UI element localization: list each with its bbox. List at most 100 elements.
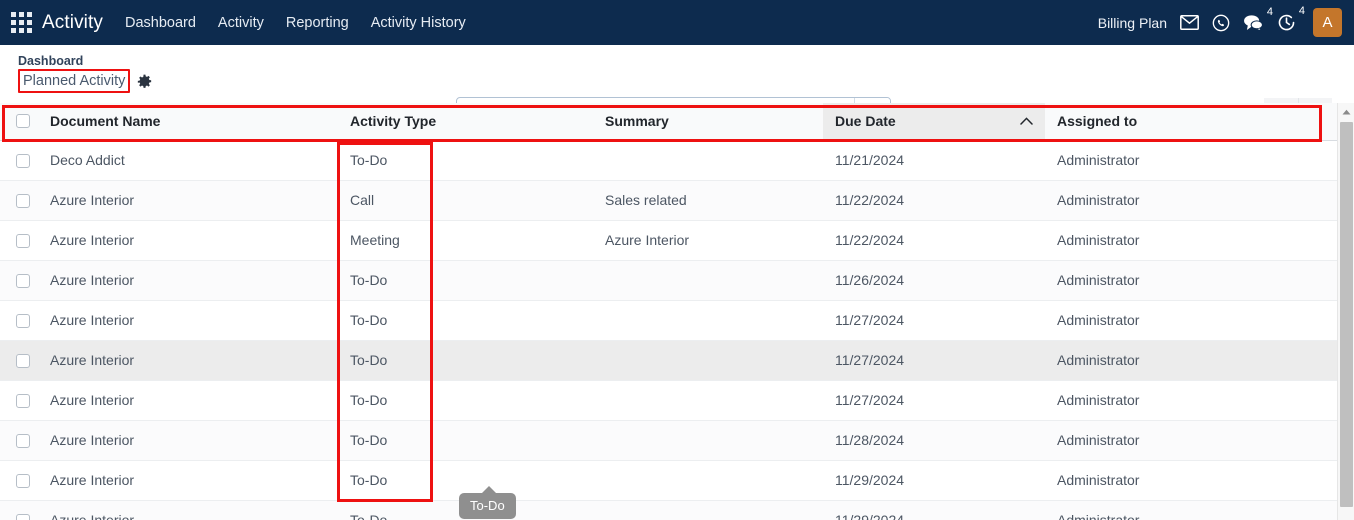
cell-activity-type: To-Do — [338, 300, 593, 341]
cell-document-name: Azure Interior — [38, 380, 338, 421]
table-header-row: Document Name Activity Type Summary Due … — [0, 103, 1337, 141]
clock-activity-icon[interactable]: 4 — [1277, 6, 1305, 32]
nav-link-reporting[interactable]: Reporting — [286, 15, 349, 31]
gear-icon[interactable] — [137, 74, 152, 89]
checkbox-unchecked-icon[interactable] — [16, 114, 30, 129]
checkbox-unchecked-icon[interactable] — [16, 154, 30, 169]
checkbox-unchecked-icon[interactable] — [16, 354, 30, 369]
table-row[interactable]: Azure Interior To-Do 11/27/2024 Administrat… — [0, 300, 1337, 341]
cell-due-date: 11/27/2024 — [823, 340, 1045, 381]
activity-table: Document Name Activity Type Summary Due … — [0, 103, 1337, 520]
nav-link-activity[interactable]: Activity — [218, 15, 264, 31]
column-header-assigned-to[interactable]: Assigned to — [1045, 103, 1337, 141]
table-row[interactable]: Azure Interior To-Do 11/28/2024 Administrat… — [0, 420, 1337, 461]
cell-activity-type: To-Do — [338, 420, 593, 461]
scrollbar-thumb[interactable] — [1340, 122, 1353, 507]
cell-due-date: 11/28/2024 — [823, 420, 1045, 461]
column-header-activity-type[interactable]: Activity Type — [338, 103, 593, 141]
chat-bubbles-icon[interactable]: 4 — [1243, 7, 1273, 31]
cell-document-name: Azure Interior — [38, 500, 338, 520]
column-label: Document Name — [50, 113, 161, 130]
cell-document-name: Azure Interior — [38, 260, 338, 301]
table-row[interactable]: Deco Addict To-Do 11/21/2024 Administrator — [0, 140, 1337, 181]
table-body: Deco Addict To-Do 11/21/2024 Administrator A… — [0, 140, 1337, 520]
table-row[interactable]: Azure Interior To-Do 11/27/2024 Administrat… — [0, 340, 1337, 381]
breadcrumb-current-planned-activity[interactable]: Planned Activity — [18, 69, 131, 93]
table-row[interactable]: Azure Interior To-Do 11/27/2024 Administrat… — [0, 380, 1337, 421]
cell-summary — [593, 420, 823, 461]
cell-due-date: 11/27/2024 — [823, 380, 1045, 421]
row-select-cell — [0, 140, 38, 181]
row-select-cell — [0, 260, 38, 301]
table-row[interactable]: Azure Interior Call Sales related 11/22/202… — [0, 180, 1337, 221]
checkbox-unchecked-icon[interactable] — [16, 434, 30, 449]
column-label: Summary — [605, 113, 669, 130]
table-row[interactable]: Azure Interior To-Do 11/29/2024 Administrat… — [0, 460, 1337, 501]
column-header-summary[interactable]: Summary — [593, 103, 823, 141]
cell-assigned-to: Administrator — [1045, 140, 1337, 181]
whatsapp-icon[interactable] — [1212, 14, 1230, 32]
select-all-header — [0, 103, 38, 141]
envelope-icon[interactable] — [1180, 15, 1199, 30]
avatar[interactable]: A — [1313, 8, 1342, 37]
top-navbar: Activity Dashboard Activity Reporting Ac… — [0, 0, 1354, 45]
column-label: Due Date — [835, 113, 896, 130]
checkbox-unchecked-icon[interactable] — [16, 234, 30, 249]
breadcrumb-current-row: Planned Activity — [18, 69, 260, 93]
cell-assigned-to: Administrator — [1045, 460, 1337, 501]
apps-grid-icon[interactable] — [8, 10, 34, 36]
primary-nav: Dashboard Activity Reporting Activity Hi… — [125, 15, 466, 31]
cell-summary — [593, 380, 823, 421]
checkbox-unchecked-icon[interactable] — [16, 314, 30, 329]
chat-badge-count: 4 — [1266, 6, 1273, 18]
row-select-cell — [0, 340, 38, 381]
checkbox-unchecked-icon[interactable] — [16, 394, 30, 409]
column-header-document-name[interactable]: Document Name — [38, 103, 338, 141]
cell-activity-type: To-Do — [338, 340, 593, 381]
cell-document-name: Azure Interior — [38, 220, 338, 261]
activity-list-region: Document Name Activity Type Summary Due … — [0, 103, 1354, 520]
nav-link-activity-history[interactable]: Activity History — [371, 15, 466, 31]
cell-assigned-to: Administrator — [1045, 420, 1337, 461]
cell-due-date: 11/22/2024 — [823, 180, 1045, 221]
checkbox-unchecked-icon[interactable] — [16, 274, 30, 289]
cell-document-name: Azure Interior — [38, 300, 338, 341]
cell-document-name: Azure Interior — [38, 340, 338, 381]
billing-plan-link[interactable]: Billing Plan — [1098, 15, 1167, 31]
row-select-cell — [0, 380, 38, 421]
vertical-scrollbar[interactable] — [1337, 103, 1354, 520]
table-row[interactable]: Azure Interior To-Do 11/26/2024 Administrat… — [0, 260, 1337, 301]
cell-summary — [593, 140, 823, 181]
checkbox-unchecked-icon[interactable] — [16, 514, 30, 520]
cell-due-date: 11/22/2024 — [823, 220, 1045, 261]
column-header-due-date[interactable]: Due Date — [823, 103, 1045, 141]
table-row[interactable]: Azure Interior Meeting Azure Interior 11/22… — [0, 220, 1337, 261]
cell-document-name: Azure Interior — [38, 180, 338, 221]
caret-up-icon — [1020, 117, 1033, 125]
cell-assigned-to: Administrator — [1045, 220, 1337, 261]
cell-summary — [593, 340, 823, 381]
navbar-right-actions: Billing Plan 4 4 A — [1098, 6, 1344, 37]
activity-badge-count: 4 — [1298, 5, 1305, 17]
checkbox-unchecked-icon[interactable] — [16, 194, 30, 209]
row-select-cell — [0, 220, 38, 261]
cell-summary: Azure Interior — [593, 220, 823, 261]
breadcrumb-parent-dashboard[interactable]: Dashboard — [18, 54, 260, 68]
cell-summary — [593, 300, 823, 341]
cell-due-date: 11/21/2024 — [823, 140, 1045, 181]
cell-due-date: 11/27/2024 — [823, 300, 1045, 341]
row-select-cell — [0, 300, 38, 341]
scrollbar-up-arrow[interactable] — [1338, 103, 1354, 120]
app-brand-title[interactable]: Activity — [42, 12, 103, 34]
cell-summary: Sales related — [593, 180, 823, 221]
checkbox-unchecked-icon[interactable] — [16, 474, 30, 489]
row-select-cell — [0, 460, 38, 501]
nav-link-dashboard[interactable]: Dashboard — [125, 15, 196, 31]
cell-due-date: 11/29/2024 — [823, 500, 1045, 520]
cell-activity-type: To-Do — [338, 140, 593, 181]
cell-activity-type: Meeting — [338, 220, 593, 261]
cell-due-date: 11/26/2024 — [823, 260, 1045, 301]
table-row[interactable]: Azure Interior To-Do 11/29/2024 Administrat… — [0, 500, 1337, 520]
row-select-cell — [0, 420, 38, 461]
cell-summary — [593, 260, 823, 301]
